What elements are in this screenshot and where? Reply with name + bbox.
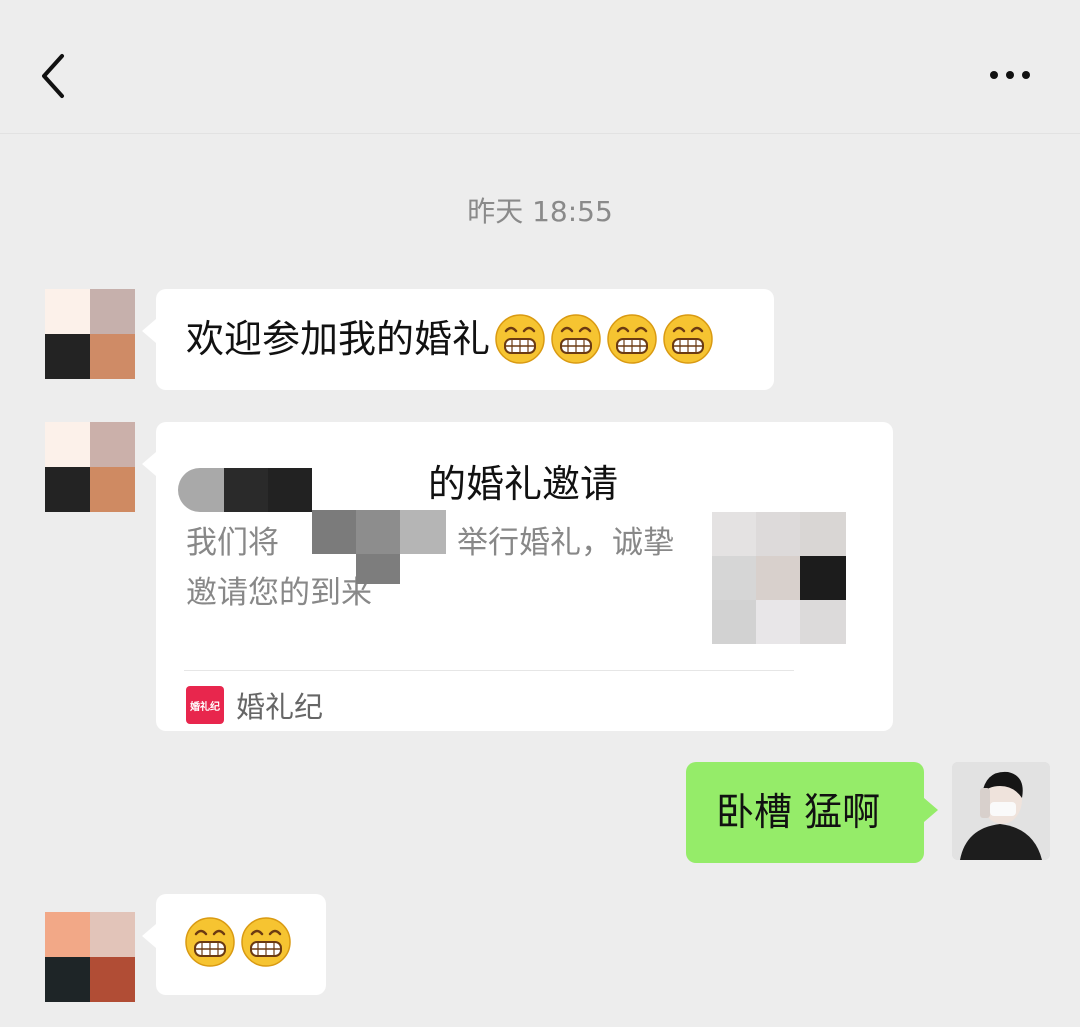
app-logo-icon: 婚礼纪 [186, 686, 224, 724]
back-button[interactable] [30, 46, 80, 106]
redaction-mosaic [312, 510, 446, 584]
grin-emoji-icon [185, 917, 235, 967]
user-avatar-photo [952, 762, 1050, 860]
contact-avatar[interactable] [45, 289, 135, 379]
grin-emoji-icon [551, 314, 601, 364]
message-bubble[interactable]: 欢迎参加我的婚礼 [142, 289, 774, 390]
grin-emoji-icon [495, 314, 545, 364]
card-desc-part: 举行婚礼，诚挚 [457, 525, 674, 561]
card-desc-line: 邀请您的到来 [186, 575, 372, 611]
grin-emoji-icon [663, 314, 713, 364]
user-avatar[interactable] [952, 762, 1050, 860]
card-description: 我们将 举行婚礼，诚挚 邀请您的到来 [186, 518, 726, 618]
message-text: 欢迎参加我的婚礼 [186, 317, 491, 361]
grin-emoji-icon [241, 917, 291, 967]
message-text: 卧槽 猛啊 [716, 790, 881, 834]
message-bubble[interactable] [142, 894, 326, 995]
more-button[interactable] [980, 60, 1040, 90]
emoji-row [490, 313, 714, 365]
message-bubble-outgoing[interactable]: 卧槽 猛啊 [686, 762, 938, 863]
grin-emoji-icon [607, 314, 657, 364]
top-bar [0, 0, 1080, 134]
contact-avatar[interactable] [45, 422, 135, 512]
card-thumbnail [712, 512, 846, 644]
card-desc-part: 我们将 [186, 525, 279, 561]
redaction-mosaic [178, 468, 312, 512]
source-app-name: 婚礼纪 [236, 690, 324, 724]
card-source: 婚礼纪 婚礼纪 [186, 684, 323, 726]
card-title: 的婚礼邀请 [428, 462, 619, 506]
contact-avatar[interactable] [45, 912, 135, 1002]
invitation-card[interactable]: 的婚礼邀请 我们将 举行婚礼，诚挚 邀请您的到来 婚礼纪 婚礼纪 [142, 422, 893, 731]
chevron-left-icon [42, 54, 64, 98]
card-divider [184, 670, 794, 671]
more-dots-icon [990, 71, 1030, 79]
message-timestamp: 昨天 18:55 [467, 195, 613, 228]
